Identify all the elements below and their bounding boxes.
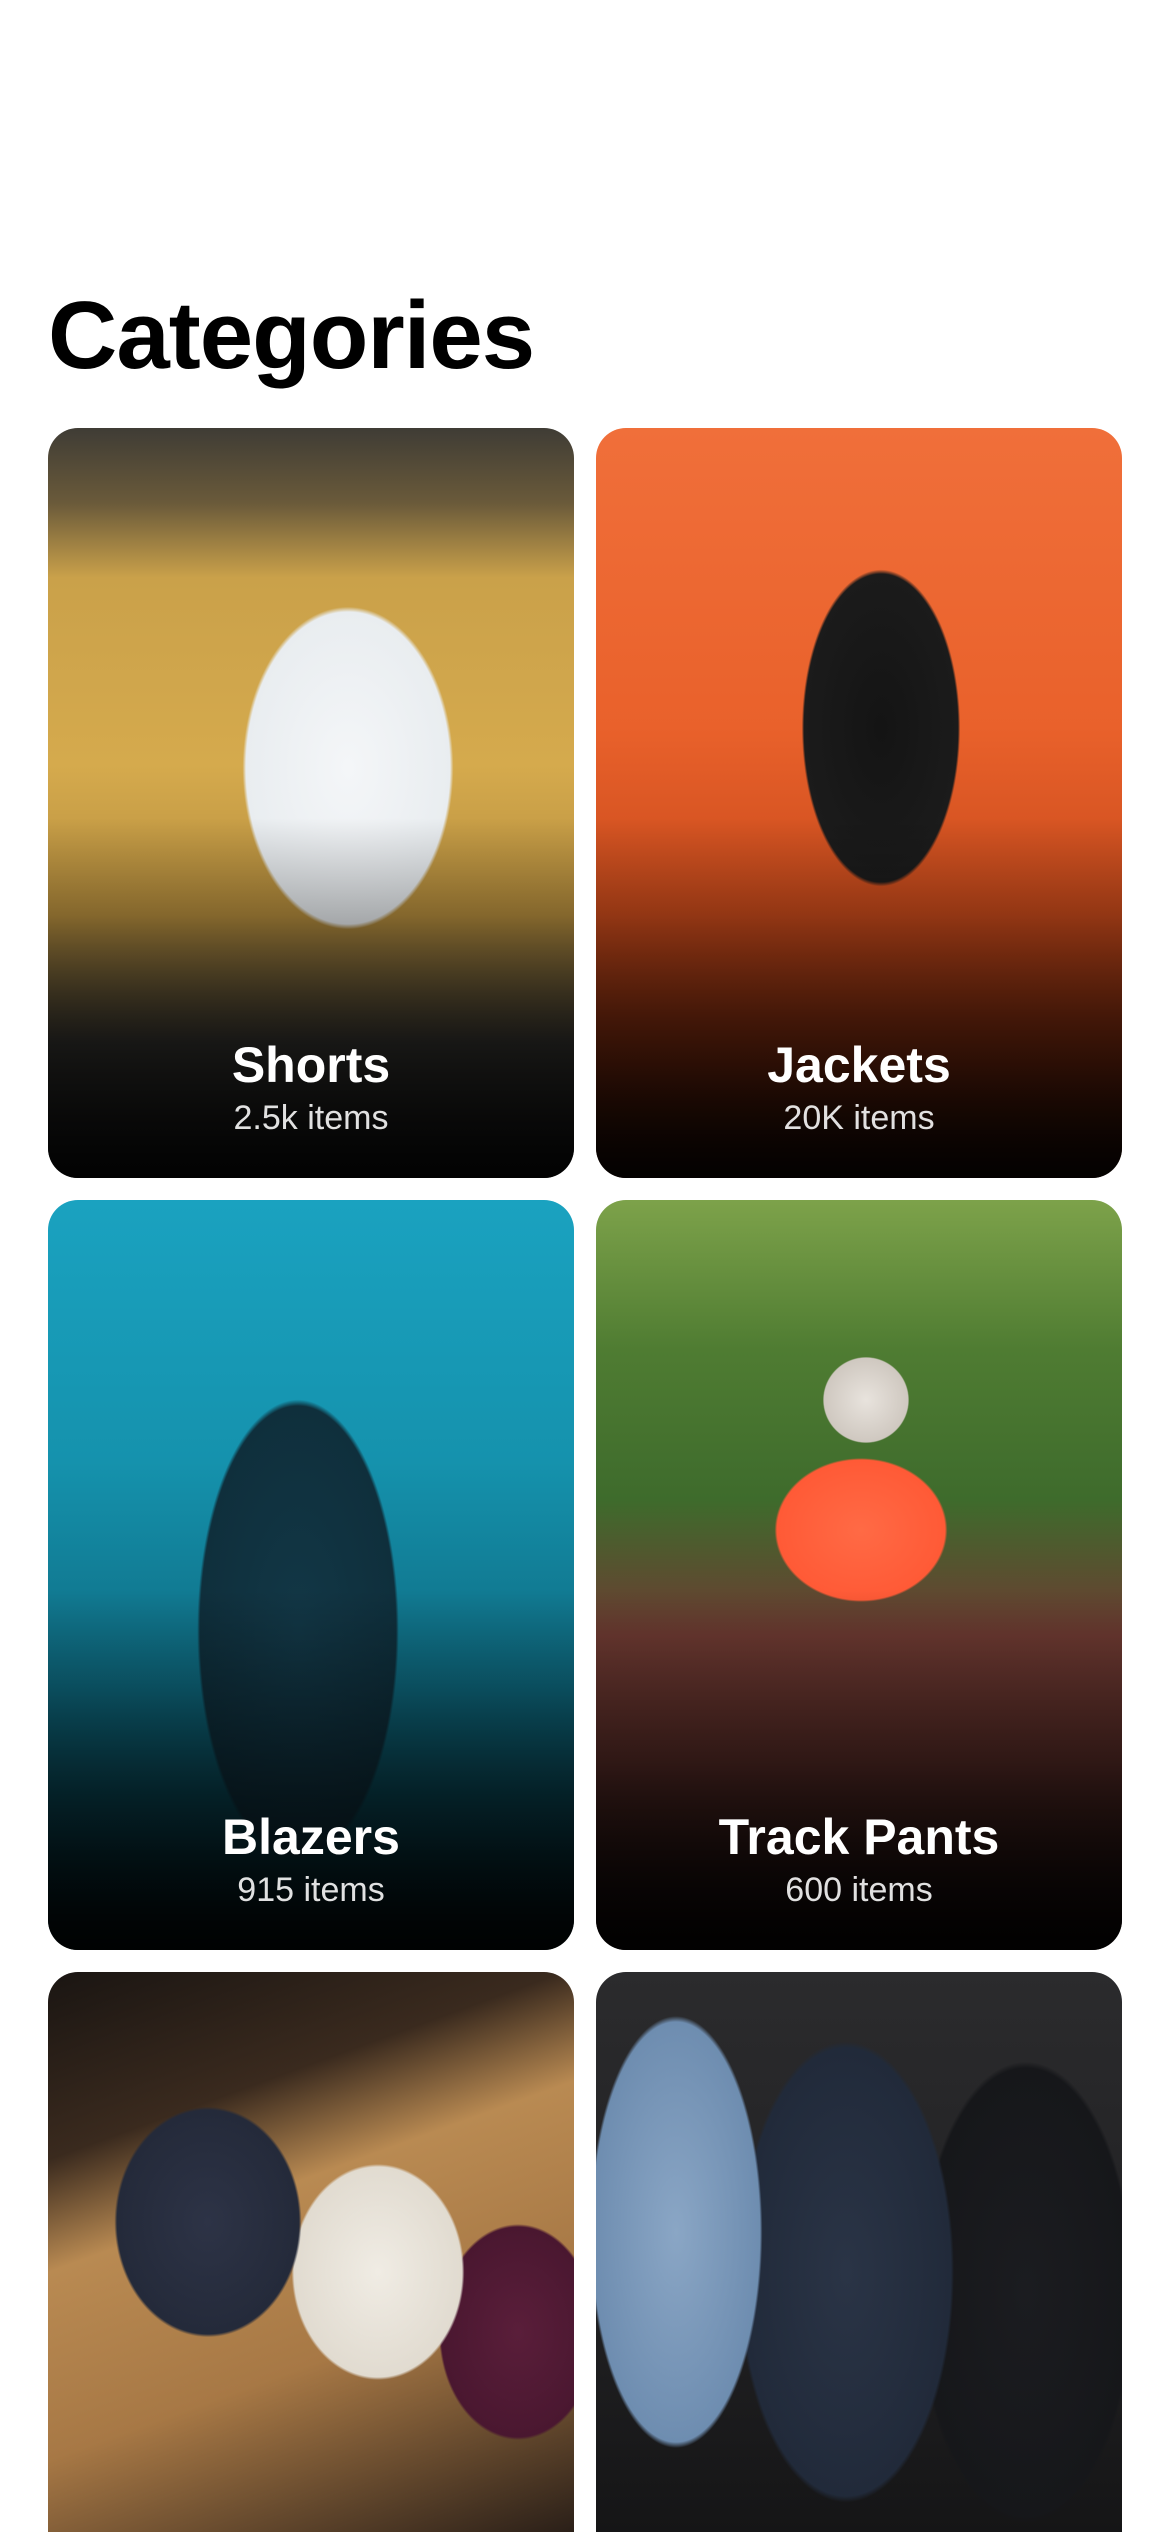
category-label: Blazers 915 items xyxy=(48,1810,574,1910)
category-label xyxy=(48,2486,574,2492)
category-name: Track Pants xyxy=(718,1809,1000,1865)
category-card-shorts[interactable]: Shorts 2.5k items xyxy=(48,428,574,1178)
category-grid: Shorts 2.5k items Jackets 20K items Blaz… xyxy=(48,428,1122,2532)
category-label xyxy=(596,2486,1122,2492)
category-count: 915 items xyxy=(237,1871,385,1909)
category-card-jeans[interactable] xyxy=(596,1972,1122,2532)
category-name: Shorts xyxy=(231,1037,391,1093)
category-photo xyxy=(596,1972,1122,2532)
category-card-shirts[interactable] xyxy=(48,1972,574,2532)
category-count: 2.5k items xyxy=(233,1099,389,1137)
category-card-jackets[interactable]: Jackets 20K items xyxy=(596,428,1122,1178)
category-card-blazers[interactable]: Blazers 915 items xyxy=(48,1200,574,1950)
category-card-track-pants[interactable]: Track Pants 600 items xyxy=(596,1200,1122,1950)
category-name: Blazers xyxy=(222,1809,400,1865)
category-count: 600 items xyxy=(785,1871,933,1909)
category-name: Jackets xyxy=(767,1037,951,1093)
category-count: 20K items xyxy=(783,1099,935,1137)
category-label: Shorts 2.5k items xyxy=(48,1038,574,1138)
category-label: Jackets 20K items xyxy=(596,1038,1122,1138)
page-title: Categories xyxy=(48,282,535,389)
category-label: Track Pants 600 items xyxy=(596,1810,1122,1910)
category-photo xyxy=(48,1972,574,2532)
